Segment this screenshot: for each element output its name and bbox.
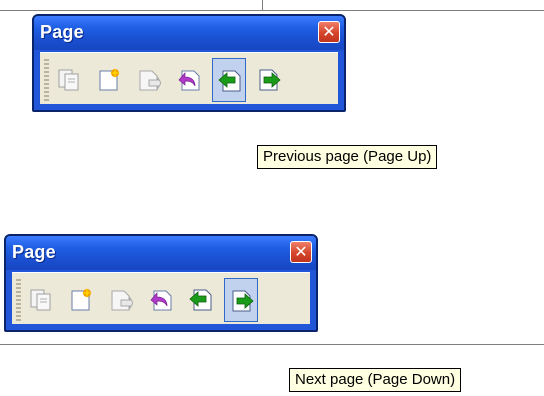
new-page-icon (71, 288, 92, 311)
undo-page-icon (150, 290, 172, 311)
new-page-icon (99, 68, 120, 91)
next-page-icon (232, 290, 254, 312)
undo-page-button[interactable] (144, 278, 178, 322)
previous-page-icon (218, 70, 241, 92)
toolbar-grip-handle[interactable] (44, 59, 49, 103)
toolbar-title: Page (12, 242, 56, 262)
toolbar-grip-handle[interactable] (16, 279, 21, 323)
background-divider-top (0, 10, 544, 11)
delete-page-icon (139, 70, 161, 91)
tooltip-next-page: Next page (Page Down) (289, 368, 462, 392)
previous-page-button[interactable] (184, 278, 218, 322)
previous-page-icon (189, 289, 212, 311)
previous-page-button[interactable] (212, 58, 246, 102)
delete-page-icon (111, 290, 133, 311)
copy-pages-icon (58, 69, 79, 91)
copy-pages-button[interactable] (52, 58, 86, 102)
close-button[interactable]: ✕ (290, 241, 312, 263)
copy-pages-icon (30, 289, 51, 311)
toolbar-body (40, 52, 338, 104)
undo-page-button[interactable] (172, 58, 206, 102)
next-page-button[interactable] (224, 278, 258, 322)
delete-page-button[interactable] (132, 58, 166, 102)
copy-pages-button[interactable] (24, 278, 58, 322)
new-page-button[interactable] (92, 58, 126, 102)
undo-page-icon (178, 70, 200, 91)
tooltip-previous-page: Previous page (Page Up) (257, 145, 438, 169)
next-page-icon (259, 69, 281, 91)
page-toolbar-window-1: Page ✕ (32, 14, 346, 112)
delete-page-button[interactable] (104, 278, 138, 322)
toolbar-body (12, 272, 310, 324)
next-page-button[interactable] (252, 58, 286, 102)
toolbar-titlebar[interactable]: Page ✕ (34, 16, 344, 50)
background-divider-bottom (0, 344, 544, 345)
toolbar-titlebar[interactable]: Page ✕ (6, 236, 316, 270)
close-button[interactable]: ✕ (318, 21, 340, 43)
page-toolbar-window-2: Page ✕ (4, 234, 318, 332)
new-page-button[interactable] (64, 278, 98, 322)
background-divider-top-vertical (262, 0, 263, 10)
toolbar-title: Page (40, 22, 84, 42)
